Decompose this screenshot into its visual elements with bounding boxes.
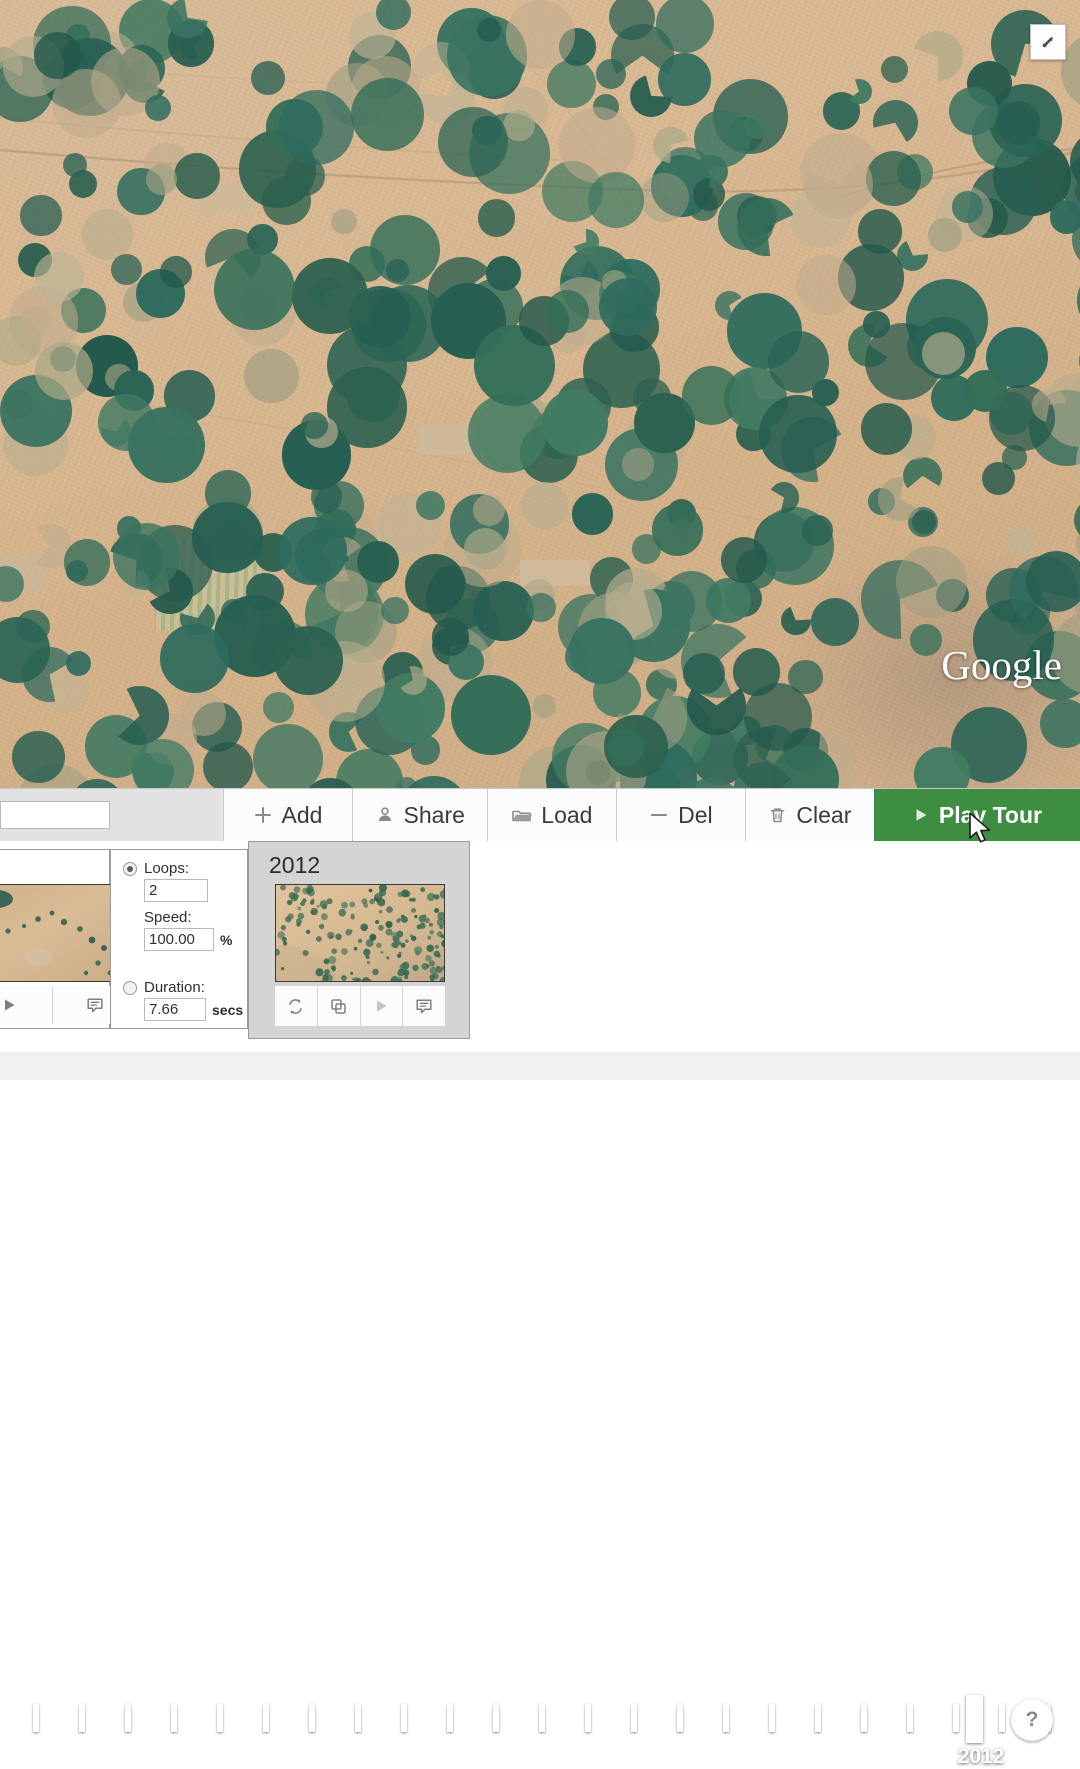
timeline-tick[interactable]: [585, 1704, 591, 1732]
snapshot-panel: Loops: Speed: % Duration: secs: [0, 841, 1080, 1080]
share-button[interactable]: Share: [351, 789, 487, 841]
timeline-tick[interactable]: [631, 1704, 637, 1732]
timeline-tick[interactable]: [723, 1704, 729, 1732]
clear-button[interactable]: Clear: [744, 789, 874, 841]
snapshot-card-title: 2012: [269, 852, 321, 878]
minus-icon: [649, 805, 669, 825]
timeline-tick[interactable]: [79, 1704, 85, 1732]
snapshot-card-2012[interactable]: 2012: [248, 841, 470, 1039]
timeline-tick[interactable]: [447, 1704, 453, 1732]
timelapse-app: Google 2012 ? Add Share Load Del Clear P…: [0, 0, 1080, 1768]
timeline-tick[interactable]: [677, 1704, 683, 1732]
timeline-tick[interactable]: [355, 1704, 361, 1732]
timeline-tick[interactable]: [999, 1704, 1005, 1732]
load-button-label: Load: [541, 801, 593, 828]
loops-radio[interactable]: [123, 861, 137, 876]
timeline-tick[interactable]: [309, 1704, 315, 1732]
timeline-tick[interactable]: [263, 1704, 269, 1732]
add-button-label: Add: [281, 801, 323, 828]
copy-icon[interactable]: [317, 986, 360, 1026]
duration-label: Duration:: [144, 979, 205, 996]
loops-label: Loops:: [144, 860, 190, 877]
timeline-tick[interactable]: [33, 1704, 39, 1732]
timeline-tick[interactable]: [953, 1704, 959, 1732]
snapshot-card-2012-buttons: [275, 986, 445, 1026]
loops-field: [144, 879, 247, 902]
snapshot-card-partial[interactable]: [0, 849, 137, 1029]
person-icon: [375, 805, 395, 825]
timeline-tick[interactable]: [769, 1704, 775, 1732]
tour-toolbar: Add Share Load Del Clear Play Tour: [0, 788, 1080, 842]
timeline-year-label: 2012: [957, 1745, 1005, 1768]
center-pivot-fields: [0, 0, 1080, 788]
duration-radio[interactable]: [123, 980, 137, 995]
loops-row: Loops:: [123, 860, 247, 877]
timeline-tick[interactable]: [125, 1704, 131, 1732]
play-tour-label: Play Tour: [938, 801, 1042, 828]
duration-field: secs: [144, 998, 247, 1021]
load-button[interactable]: Load: [486, 789, 616, 841]
duration-unit: secs: [212, 1001, 244, 1018]
speed-label-row: Speed:: [144, 909, 247, 926]
play-icon: [912, 806, 930, 824]
help-icon[interactable]: ?: [1011, 1699, 1053, 1741]
speed-input[interactable]: [144, 928, 214, 951]
tour-settings: Loops: Speed: % Duration: secs: [110, 849, 248, 1029]
comment-icon[interactable]: [403, 986, 445, 1026]
timeline-tick-active[interactable]: [966, 1695, 983, 1743]
add-button[interactable]: Add: [222, 789, 352, 841]
expand-arrow-icon[interactable]: [1030, 24, 1066, 60]
delete-button[interactable]: Del: [615, 789, 745, 841]
snapshot-thumbnail-2012[interactable]: [275, 884, 445, 982]
speed-unit: %: [220, 931, 233, 948]
timeline-tick[interactable]: [815, 1704, 821, 1732]
trash-icon: [768, 805, 787, 825]
loops-input[interactable]: [144, 879, 208, 902]
timeline-tick[interactable]: [401, 1704, 407, 1732]
satellite-map[interactable]: Google: [0, 0, 1080, 788]
speed-label: Speed:: [144, 909, 192, 926]
window-bottom-strip: [0, 1052, 1080, 1080]
timeline-tick[interactable]: [171, 1704, 177, 1732]
folder-icon: [511, 805, 533, 825]
duration-input[interactable]: [144, 998, 206, 1021]
play-icon[interactable]: [0, 986, 52, 1024]
delete-button-label: Del: [678, 801, 713, 828]
timeline-tick[interactable]: [217, 1704, 223, 1732]
loop-icon[interactable]: [275, 986, 317, 1026]
timeline-tick[interactable]: [861, 1704, 867, 1732]
plus-icon: [253, 805, 273, 825]
play-tour-button[interactable]: Play Tour: [873, 789, 1080, 841]
play-icon[interactable]: [360, 986, 403, 1026]
timeline-tick[interactable]: [539, 1704, 545, 1732]
share-button-label: Share: [403, 801, 465, 828]
timeline-tick[interactable]: [907, 1704, 913, 1732]
search-input[interactable]: [0, 801, 110, 829]
duration-row: Duration:: [123, 979, 247, 996]
clear-button-label: Clear: [796, 801, 852, 828]
timeline-tick[interactable]: [493, 1704, 499, 1732]
speed-field: %: [144, 928, 247, 951]
